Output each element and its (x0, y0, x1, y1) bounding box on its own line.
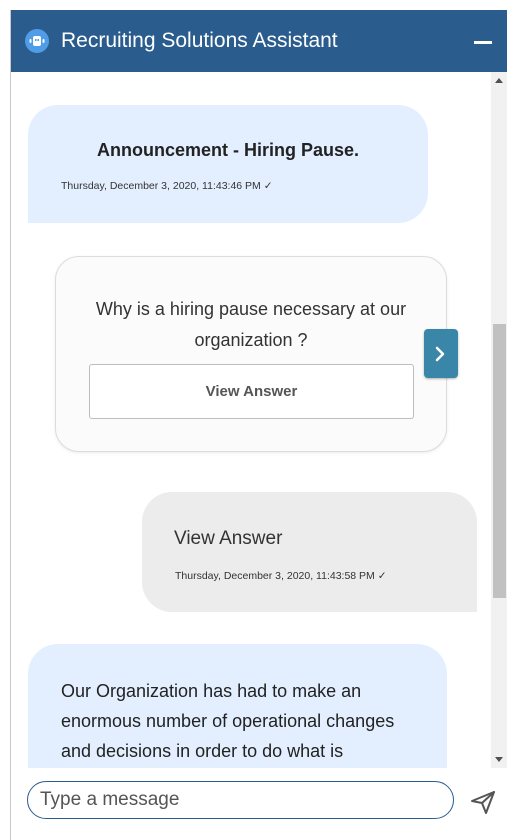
send-button[interactable] (469, 788, 497, 816)
chat-widget: Recruiting Solutions Assistant Announcem… (10, 10, 507, 840)
message-input[interactable] (27, 781, 454, 819)
message-list[interactable]: Announcement - Hiring Pause. Thursday, D… (11, 72, 507, 768)
question-card: Why is a hiring pause necessary at our o… (55, 256, 447, 452)
user-message-timestamp: Thursday, December 3, 2020, 11:43:58 PM … (175, 570, 387, 582)
bot-avatar-icon (25, 29, 49, 53)
announcement-timestamp: Thursday, December 3, 2020, 11:43:46 PM … (61, 180, 273, 192)
minimize-icon (474, 41, 492, 44)
composer (11, 768, 507, 840)
send-icon (471, 791, 495, 814)
announcement-bubble: Announcement - Hiring Pause. Thursday, D… (28, 105, 428, 223)
announcement-heading: Announcement - Hiring Pause. (96, 140, 360, 160)
carousel-next-button[interactable] (424, 329, 458, 378)
scrollbar[interactable] (491, 72, 507, 768)
bot-answer-text: Our Organization has had to make an enor… (61, 681, 395, 761)
view-answer-button[interactable]: View Answer (89, 364, 414, 419)
scroll-down-arrow-icon[interactable] (495, 757, 503, 762)
user-message-text: View Answer (174, 528, 283, 549)
minimize-button[interactable] (472, 28, 496, 54)
chat-header: Recruiting Solutions Assistant (11, 10, 507, 72)
question-text: Why is a hiring pause necessary at our o… (95, 299, 407, 350)
scroll-up-arrow-icon[interactable] (495, 78, 503, 83)
bot-answer-bubble: Our Organization has had to make an enor… (28, 644, 447, 768)
user-message-bubble: View Answer Thursday, December 3, 2020, … (142, 492, 477, 612)
scrollbar-thumb[interactable] (493, 324, 506, 598)
chevron-right-icon (435, 346, 445, 362)
chat-title: Recruiting Solutions Assistant (61, 29, 338, 52)
